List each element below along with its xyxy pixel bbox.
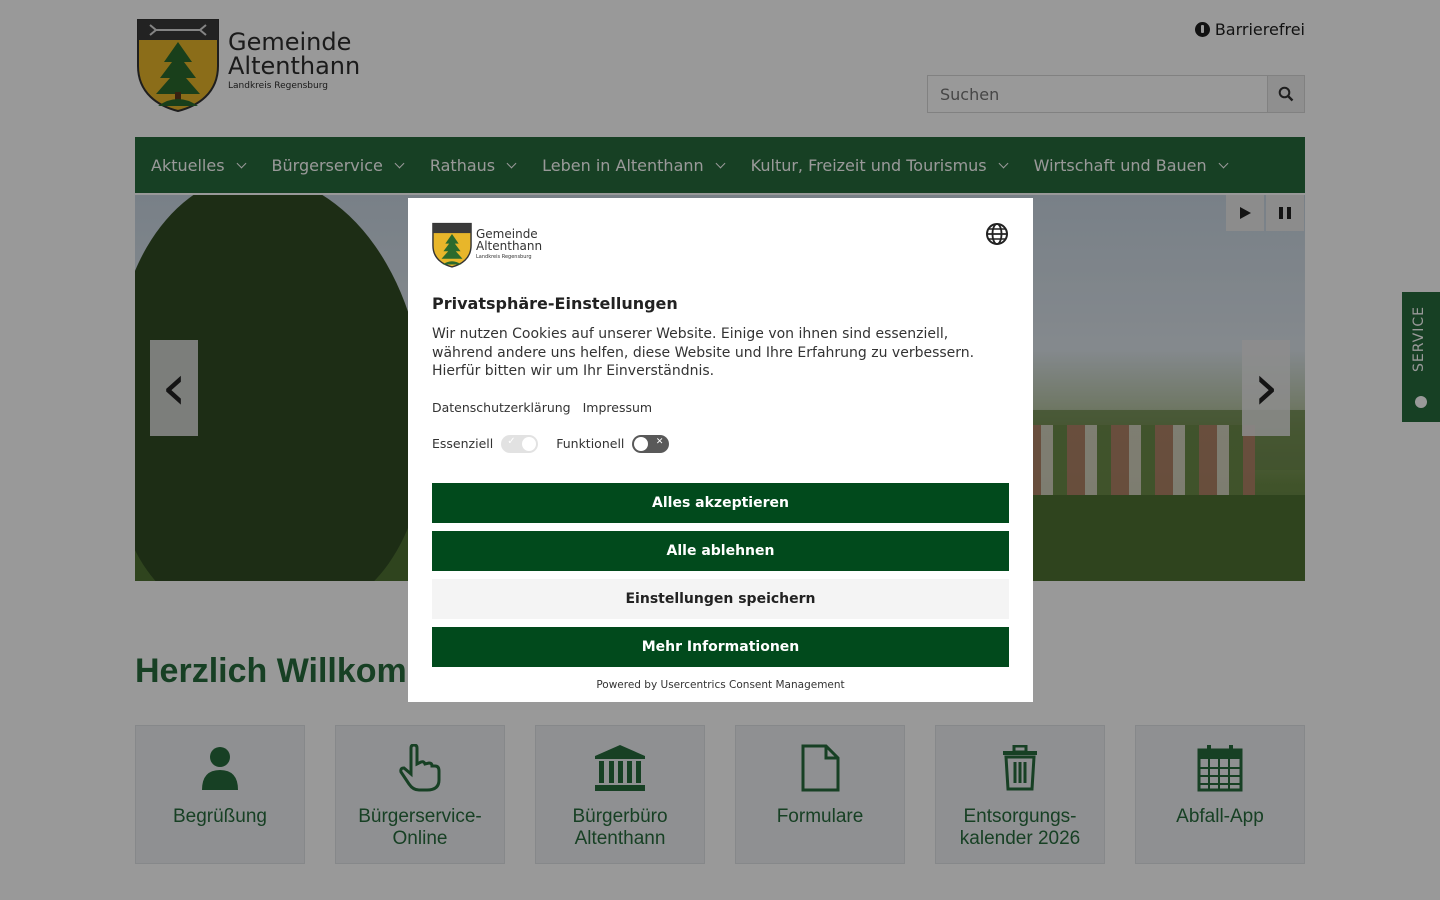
consent-text: Wir nutzen Cookies auf unserer Website. … <box>432 326 975 379</box>
language-globe-icon[interactable] <box>985 222 1009 246</box>
coat-of-arms-icon <box>432 222 472 268</box>
dialog-logo-line-2: Altenthann <box>476 239 543 253</box>
powered-by-text: Powered by Usercentrics Consent Manageme… <box>596 678 845 691</box>
toggle-label-functional: Funktionell <box>556 436 625 451</box>
consent-toggles: Essenziell Funktionell <box>432 434 1009 453</box>
imprint-link[interactable]: Impressum <box>583 400 652 415</box>
essential-toggle <box>501 434 539 453</box>
privacy-policy-link[interactable]: Datenschutzerklärung <box>432 400 571 415</box>
deny-all-button[interactable]: Alle ablehnen <box>432 530 1009 571</box>
accept-all-button[interactable]: Alles akzeptieren <box>432 482 1009 523</box>
functional-toggle[interactable] <box>632 434 670 453</box>
toggle-label-essential: Essenziell <box>432 436 494 451</box>
consent-title: Privatsphäre-Einstellungen <box>432 294 678 313</box>
consent-links: Datenschutzerklärung Impressum <box>432 400 1009 415</box>
cookie-consent-dialog: Gemeinde Altenthann Landkreis Regensburg… <box>408 198 1033 702</box>
dialog-logo-subtitle: Landkreis Regensburg <box>476 254 532 260</box>
dialog-logo: Gemeinde Altenthann Landkreis Regensburg <box>432 222 1009 270</box>
more-information-button[interactable]: Mehr Informationen <box>432 626 1009 667</box>
save-settings-button[interactable]: Einstellungen speichern <box>432 578 1009 619</box>
